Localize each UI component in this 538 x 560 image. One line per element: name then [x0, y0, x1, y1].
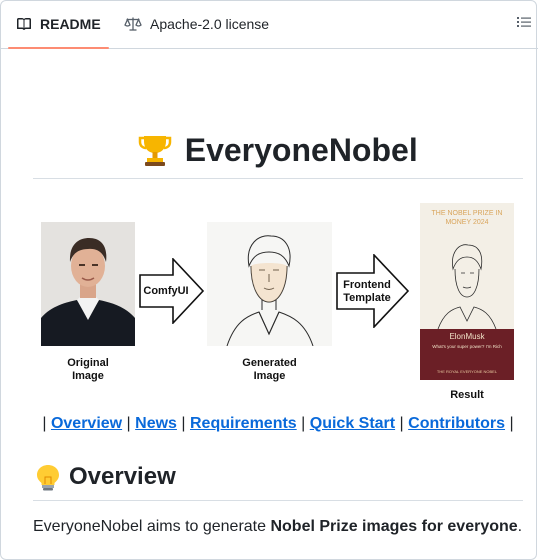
lightbulb-icon — [37, 465, 59, 491]
link-requirements[interactable]: Requirements — [190, 415, 297, 432]
links-separator: | — [395, 415, 409, 432]
card-footer: THE ROYAL EVERYONE NOBEL — [436, 369, 498, 374]
list-icon — [517, 17, 531, 27]
links-separator: | — [176, 415, 190, 432]
links-separator: | — [296, 415, 310, 432]
card-band: ElonMusk What's your super power? I'm Ri… — [420, 329, 514, 380]
tab-readme-label: README — [40, 16, 101, 32]
arrow-comfyui-label: ComfyUI — [143, 285, 189, 297]
links-separator: | — [505, 415, 514, 432]
overview-text: EveryoneNobel aims to generate — [33, 518, 271, 535]
link-quick-start[interactable]: Quick Start — [310, 415, 395, 432]
title-text: EveryoneNobel — [184, 132, 418, 168]
links-separator: | — [42, 415, 51, 432]
card-name: ElonMusk — [449, 332, 485, 341]
overview-heading: Overview — [33, 458, 523, 501]
links-separator: | — [122, 415, 136, 432]
tab-license-label: Apache-2.0 license — [150, 16, 270, 32]
result-caption: Result — [450, 389, 484, 401]
card-title-line1: THE NOBEL PRIZE IN — [431, 210, 503, 217]
link-contributors[interactable]: Contributors — [408, 415, 505, 432]
card-subtitle: What's your super power? I'm Rich — [432, 344, 502, 349]
original-caption: Original Image — [67, 357, 109, 382]
section-links: | Overview | News | Requirements | Quick… — [0, 415, 538, 433]
overview-text-end: . — [517, 518, 523, 535]
generated-caption: Generated Image — [242, 357, 297, 382]
tab-license[interactable]: Apache-2.0 license — [116, 0, 277, 48]
active-tab-indicator — [8, 47, 109, 49]
card-title-line2: MONEY 2024 — [445, 219, 489, 226]
scale-icon — [124, 17, 142, 31]
card-portrait — [437, 244, 497, 329]
page-title: EveryoneNobel — [33, 128, 523, 179]
overview-text-bold: Nobel Prize images for everyone — [270, 518, 518, 535]
book-icon — [17, 18, 31, 30]
original-image — [41, 222, 135, 346]
link-overview[interactable]: Overview — [51, 415, 122, 432]
overview-heading-text: Overview — [69, 463, 176, 490]
trophy-icon — [139, 136, 172, 166]
card-title: THE NOBEL PRIZE IN MONEY 2024 — [420, 209, 514, 227]
arrow-template-label: Frontend Template — [343, 279, 391, 304]
generated-image — [207, 222, 332, 346]
readme-tab-bar: README Apache-2.0 license — [0, 0, 538, 49]
overview-paragraph: EveryoneNobel aims to generate Nobel Pri… — [33, 518, 522, 536]
link-news[interactable]: News — [135, 415, 177, 432]
outline-button[interactable] — [516, 14, 538, 34]
result-card: THE NOBEL PRIZE IN MONEY 2024 ElonMusk W… — [420, 203, 514, 380]
tab-readme[interactable]: README — [8, 0, 109, 49]
